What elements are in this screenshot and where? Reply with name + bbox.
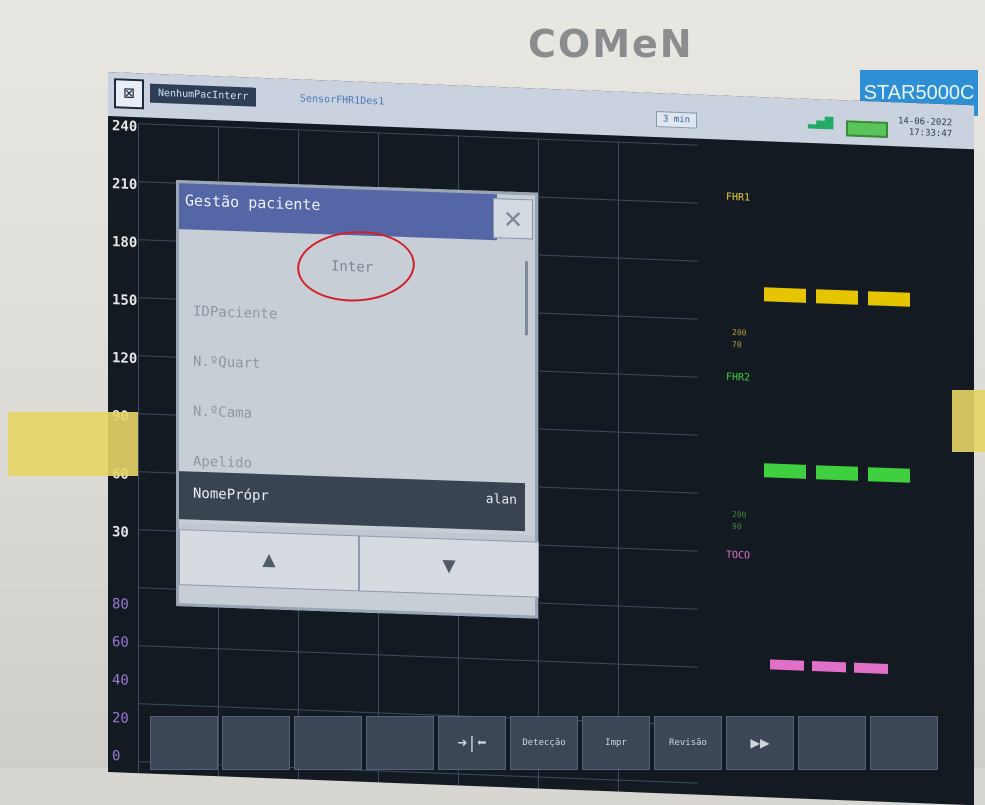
toco-digit-bar <box>770 659 804 671</box>
page-down-icon: ▼ <box>442 553 456 579</box>
fhr-axis-label: 30 <box>112 524 129 541</box>
fhr-axis-label: 150 <box>112 292 138 310</box>
close-icon: ✕ <box>503 200 523 237</box>
toco-digit-bar <box>854 662 888 674</box>
signal-icon: ▂▄▆ <box>808 112 834 130</box>
toco-axis-label: 80 <box>112 596 129 613</box>
page-up-button[interactable]: ▲ <box>179 529 359 592</box>
toolbar-button[interactable]: ➜|⬅ <box>438 716 506 770</box>
toolbar-button[interactable]: Revisão <box>654 716 722 770</box>
close-button[interactable]: ✕ <box>493 198 533 240</box>
battery-icon <box>846 120 888 138</box>
fhr2-digit-bar <box>764 463 806 479</box>
patient-status: NenhumPacInterr <box>150 83 257 107</box>
time-text: 17:33:47 <box>908 127 953 140</box>
row-label: N.ºQuart <box>193 353 261 372</box>
tape-right <box>952 390 985 452</box>
fhr1-limit-high: 200 <box>732 327 747 338</box>
fhr2-limit-high: 200 <box>732 509 747 520</box>
toolbar-button[interactable] <box>870 716 938 770</box>
fhr-axis-label: 210 <box>112 176 138 194</box>
toolbar-button[interactable] <box>294 716 362 770</box>
sensor-status: SensorFHR1Des1 <box>300 93 385 108</box>
fhr-axis-label: 120 <box>112 350 138 368</box>
toco-axis-label: 20 <box>112 710 129 727</box>
toolbar-button[interactable]: Impr <box>582 716 650 770</box>
fhr-axis-label: 180 <box>112 234 138 252</box>
toco-axis-label: 40 <box>112 672 129 689</box>
fhr1-limit-low: 70 <box>732 339 742 350</box>
toolbar-button[interactable] <box>366 716 434 770</box>
fhr1-digit-bar <box>868 291 910 307</box>
page-down-button[interactable]: ▼ <box>359 535 539 598</box>
tape-left <box>8 412 138 476</box>
toolbar-button[interactable] <box>798 716 866 770</box>
patient-management-dialog: Gestão paciente ✕ Inter IDPaciente N.ºQu… <box>176 180 539 619</box>
toolbar-button[interactable]: Detecção <box>510 716 578 770</box>
row-label: Apelido <box>193 453 253 472</box>
fhr2-limit-low: 90 <box>732 521 742 532</box>
scrollbar[interactable] <box>525 261 528 336</box>
brand-logo: COMeN <box>528 22 694 66</box>
fhr2-digit-bar <box>816 465 858 481</box>
fhr1-label: FHR1 <box>726 191 751 204</box>
page-up-icon: ▲ <box>262 547 276 573</box>
row-label: N.ºCama <box>193 403 253 422</box>
row-value: alan <box>485 491 517 508</box>
fhr1-digit-bar <box>816 289 858 305</box>
toolbar-button[interactable]: ▶▶ <box>726 716 794 770</box>
row-label: IDPaciente <box>193 303 278 323</box>
menu-icon[interactable]: ⊠ <box>114 78 144 110</box>
row-label: NomePrópr <box>193 485 269 505</box>
fhr1-digit-bar <box>764 287 806 303</box>
bottom-toolbar: ➜|⬅ Detecção Impr Revisão ▶▶ <box>150 716 980 770</box>
datetime: 14-06-2022 17:33:47 <box>898 116 952 140</box>
dialog-nav: ▲ ▼ <box>179 523 539 598</box>
toco-axis-label: 0 <box>112 748 121 765</box>
toco-label: TOCO <box>726 549 751 562</box>
fhr-axis-label: 240 <box>112 118 138 136</box>
toco-digit-bar <box>812 661 846 673</box>
dialog-title: Gestão paciente <box>179 183 497 241</box>
toco-axis-label: 60 <box>112 634 129 651</box>
fhr2-label: FHR2 <box>726 371 751 384</box>
toolbar-button[interactable] <box>222 716 290 770</box>
toolbar-button[interactable] <box>150 716 218 770</box>
fhr2-digit-bar <box>868 467 910 483</box>
speed-indicator[interactable]: 3 min <box>656 111 698 129</box>
